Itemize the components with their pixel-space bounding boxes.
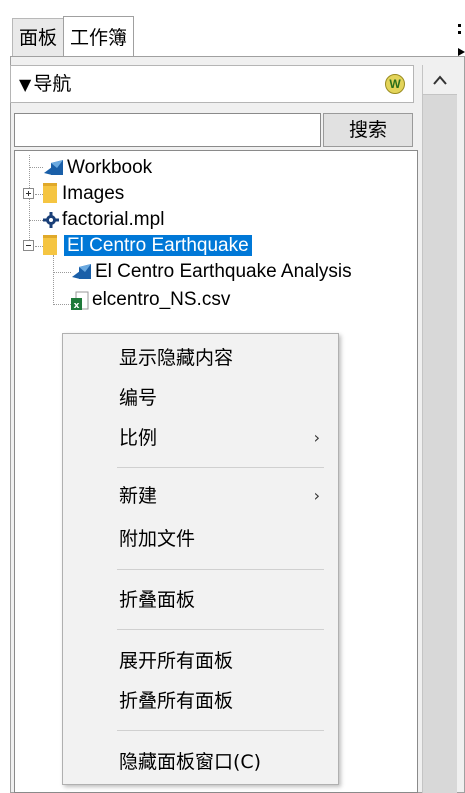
menu-separator [117, 467, 324, 468]
tree-item-elcentro-csv[interactable]: x elcentro_NS.csv [71, 287, 233, 312]
chevron-up-icon [433, 75, 447, 85]
tree-connector [53, 304, 71, 305]
tree-item-workbook[interactable]: Workbook [43, 155, 155, 180]
tree-item-label: El Centro Earthquake Analysis [95, 261, 352, 282]
search-button[interactable]: 搜索 [323, 113, 413, 147]
tree-item-label: elcentro_NS.csv [92, 289, 231, 310]
menu-item-numbering[interactable]: 编号 [63, 378, 338, 418]
menu-separator [117, 629, 324, 630]
svg-text:x: x [74, 301, 80, 311]
menu-item-label: 新建 [119, 485, 158, 507]
navigator-header-label: ▼ 导航 [19, 66, 71, 103]
submenu-arrow-icon: › [313, 428, 320, 447]
navigator-title: 导航 [33, 73, 72, 95]
tree-item-label: El Centro Earthquake [64, 235, 252, 256]
menu-item-label: 隐藏面板窗口(C) [119, 751, 262, 773]
tree-item-factorial[interactable]: factorial.mpl [43, 207, 167, 232]
menu-item-label: 折叠面板 [119, 589, 196, 611]
menu-item-expand-all[interactable]: 展开所有面板 [63, 641, 338, 681]
tree-item-images[interactable]: Images [43, 181, 127, 206]
collapse-toggle-el-centro[interactable] [23, 240, 34, 251]
tab-panels[interactable]: 面板 [12, 18, 64, 56]
vertical-scrollbar[interactable] [422, 65, 457, 793]
edge-resize-handle[interactable] [458, 22, 465, 62]
tree-item-el-centro-earthquake[interactable]: El Centro Earthquake [43, 233, 252, 258]
tree-connector [35, 246, 43, 247]
tree-item-label: Workbook [67, 157, 153, 178]
menu-item-show-hidden[interactable]: 显示隐藏内容 [63, 338, 338, 378]
menu-item-label: 展开所有面板 [119, 650, 234, 672]
menu-item-hide-panel-window[interactable]: 隐藏面板窗口(C) [63, 742, 338, 782]
excel-file-icon: x [71, 291, 89, 311]
collapse-triangle-icon[interactable]: ▼ [19, 75, 31, 94]
menu-item-label: 显示隐藏内容 [119, 347, 234, 369]
tree-item-label: factorial.mpl [62, 209, 165, 230]
expand-toggle-images[interactable] [23, 188, 34, 199]
tree-item-el-centro-analysis[interactable]: El Centro Earthquake Analysis [71, 259, 355, 284]
tree-connector [29, 167, 43, 168]
gear-icon [43, 212, 59, 228]
menu-item-new[interactable]: 新建 › [63, 476, 338, 516]
menu-item-label: 折叠所有面板 [119, 690, 234, 712]
submenu-arrow-icon: › [313, 486, 320, 505]
menu-item-scale[interactable]: 比例 › [63, 418, 338, 458]
menu-item-attach-file[interactable]: 附加文件 [63, 519, 338, 559]
menu-item-collapse-panel[interactable]: 折叠面板 [63, 580, 338, 620]
tree-connector [29, 220, 43, 221]
mathcad-workbook-icon [44, 160, 63, 175]
scroll-up-button[interactable] [423, 65, 457, 95]
w-badge-icon[interactable]: W [385, 74, 405, 94]
folder-icon [43, 183, 57, 203]
tree-connector [53, 272, 71, 273]
tree-connector [29, 155, 30, 250]
tree-connector [35, 194, 43, 195]
tree-connector [53, 255, 54, 305]
menu-separator [117, 569, 324, 570]
mathcad-workbook-icon [72, 264, 91, 279]
search-input[interactable] [14, 113, 321, 147]
menu-item-collapse-all[interactable]: 折叠所有面板 [63, 681, 338, 721]
menu-item-label: 编号 [119, 387, 158, 409]
tab-workbook[interactable]: 工作簿 [63, 16, 135, 56]
panel-tabs: 面板 工作簿 [12, 16, 135, 56]
navigator-header[interactable]: ▼ 导航 W [10, 65, 414, 103]
tree-item-label: Images [62, 183, 125, 204]
folder-icon [43, 235, 57, 255]
menu-item-label: 比例 [119, 427, 158, 449]
menu-item-label: 附加文件 [119, 528, 196, 550]
context-menu: 显示隐藏内容 编号 比例 › 新建 › 附加文件 折叠面板 展开所有面板 折叠所有面… [62, 333, 339, 785]
menu-separator [117, 730, 324, 731]
